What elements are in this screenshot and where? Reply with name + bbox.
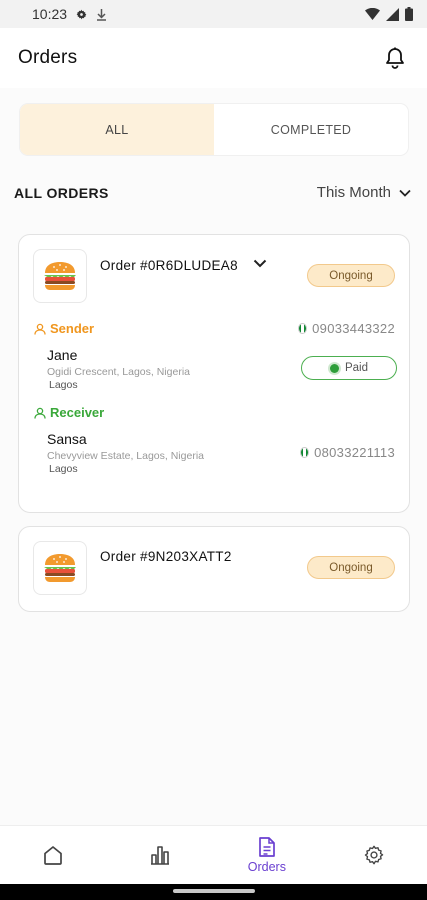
status-badge: Ongoing: [307, 556, 395, 579]
order-id: Order #9N203XATT2: [100, 549, 232, 564]
receiver-city: Lagos: [49, 463, 78, 475]
sender-address: Ogidi Crescent, Lagos, Nigeria: [47, 366, 190, 378]
chevron-down-icon: [399, 189, 411, 197]
receiver-phone: 08033221113: [300, 445, 395, 460]
section-header: ALL ORDERS This Month: [14, 184, 411, 201]
tab-completed[interactable]: COMPLETED: [214, 104, 408, 155]
gear-icon: [364, 845, 383, 865]
sender-label-text: Sender: [50, 321, 95, 336]
order-filter-tabs: ALL COMPLETED: [20, 104, 408, 155]
tab-completed-label: COMPLETED: [270, 122, 352, 137]
receiver-name: Sansa: [47, 431, 87, 447]
period-dropdown-label: This Month: [316, 184, 391, 201]
sender-city: Lagos: [49, 379, 78, 391]
home-icon: [44, 846, 63, 865]
user-icon: [34, 407, 46, 419]
sender-phone-number: 09033443322: [312, 321, 395, 336]
status-time: 10:23: [32, 6, 68, 22]
burger-icon: [44, 262, 76, 290]
chart-icon: [151, 846, 170, 865]
section-title: ALL ORDERS: [14, 184, 109, 201]
order-card[interactable]: Order #9N203XATT2 Ongoing: [18, 526, 410, 612]
receiver-label-text: Receiver: [50, 405, 105, 420]
expand-chevron-icon[interactable]: [253, 259, 267, 268]
order-card[interactable]: Order #0R6DLUDEA8 Ongoing Sender 0903344…: [18, 234, 410, 513]
receiver-label: Receiver: [34, 405, 104, 420]
signal-icon: [386, 7, 399, 21]
nav-stats[interactable]: [107, 826, 214, 884]
status-badge: Ongoing: [307, 264, 395, 287]
page-title: Orders: [18, 47, 78, 68]
wifi-icon: [365, 8, 380, 20]
sender-name: Jane: [47, 347, 78, 363]
nav-orders-label: Orders: [247, 860, 286, 874]
receiver-address: Chevyview Estate, Lagos, Nigeria: [47, 450, 204, 462]
nav-orders[interactable]: Orders: [214, 826, 321, 884]
receiver-details: Sansa Chevyview Estate, Lagos, Nigeria L…: [47, 431, 204, 476]
receiver-phone-number: 08033221113: [314, 445, 395, 460]
status-badge-label: Ongoing: [329, 269, 373, 282]
nigeria-flag-icon: [300, 447, 310, 458]
burger-icon: [44, 554, 76, 582]
order-thumbnail: [33, 249, 87, 303]
status-badge-label: Ongoing: [329, 561, 373, 574]
bell-icon: [386, 47, 404, 69]
nav-home[interactable]: [0, 826, 107, 884]
battery-icon: [405, 7, 413, 21]
sender-label: Sender: [34, 321, 94, 336]
document-icon: [259, 837, 275, 857]
tab-all[interactable]: ALL: [20, 104, 214, 155]
app-screen: Orders ALL COMPLETED ALL ORDERS This Mon…: [0, 28, 427, 825]
sender-phone: 09033443322: [298, 321, 395, 336]
notifications-button[interactable]: [381, 44, 409, 72]
user-icon: [34, 323, 46, 335]
settings-status-icon: [76, 9, 87, 19]
status-bar: 10:23: [0, 0, 427, 28]
order-thumbnail: [33, 541, 87, 595]
gesture-bar: [0, 884, 427, 900]
bottom-navigation: Orders: [0, 825, 427, 884]
home-indicator[interactable]: [173, 889, 255, 893]
period-dropdown[interactable]: This Month: [317, 184, 411, 201]
tab-all-label: ALL: [105, 122, 129, 137]
top-app-bar: Orders: [0, 28, 427, 88]
sender-details: Jane Ogidi Crescent, Lagos, Nigeria Lago…: [47, 347, 190, 392]
payment-badge: Paid: [301, 356, 397, 380]
nav-settings[interactable]: [320, 826, 427, 884]
payment-status: Paid: [344, 362, 369, 374]
nigeria-flag-icon: [298, 323, 308, 334]
download-status-icon: [97, 8, 107, 21]
paid-dot-icon: [329, 363, 339, 373]
order-id: Order #0R6DLUDEA8: [100, 258, 238, 273]
